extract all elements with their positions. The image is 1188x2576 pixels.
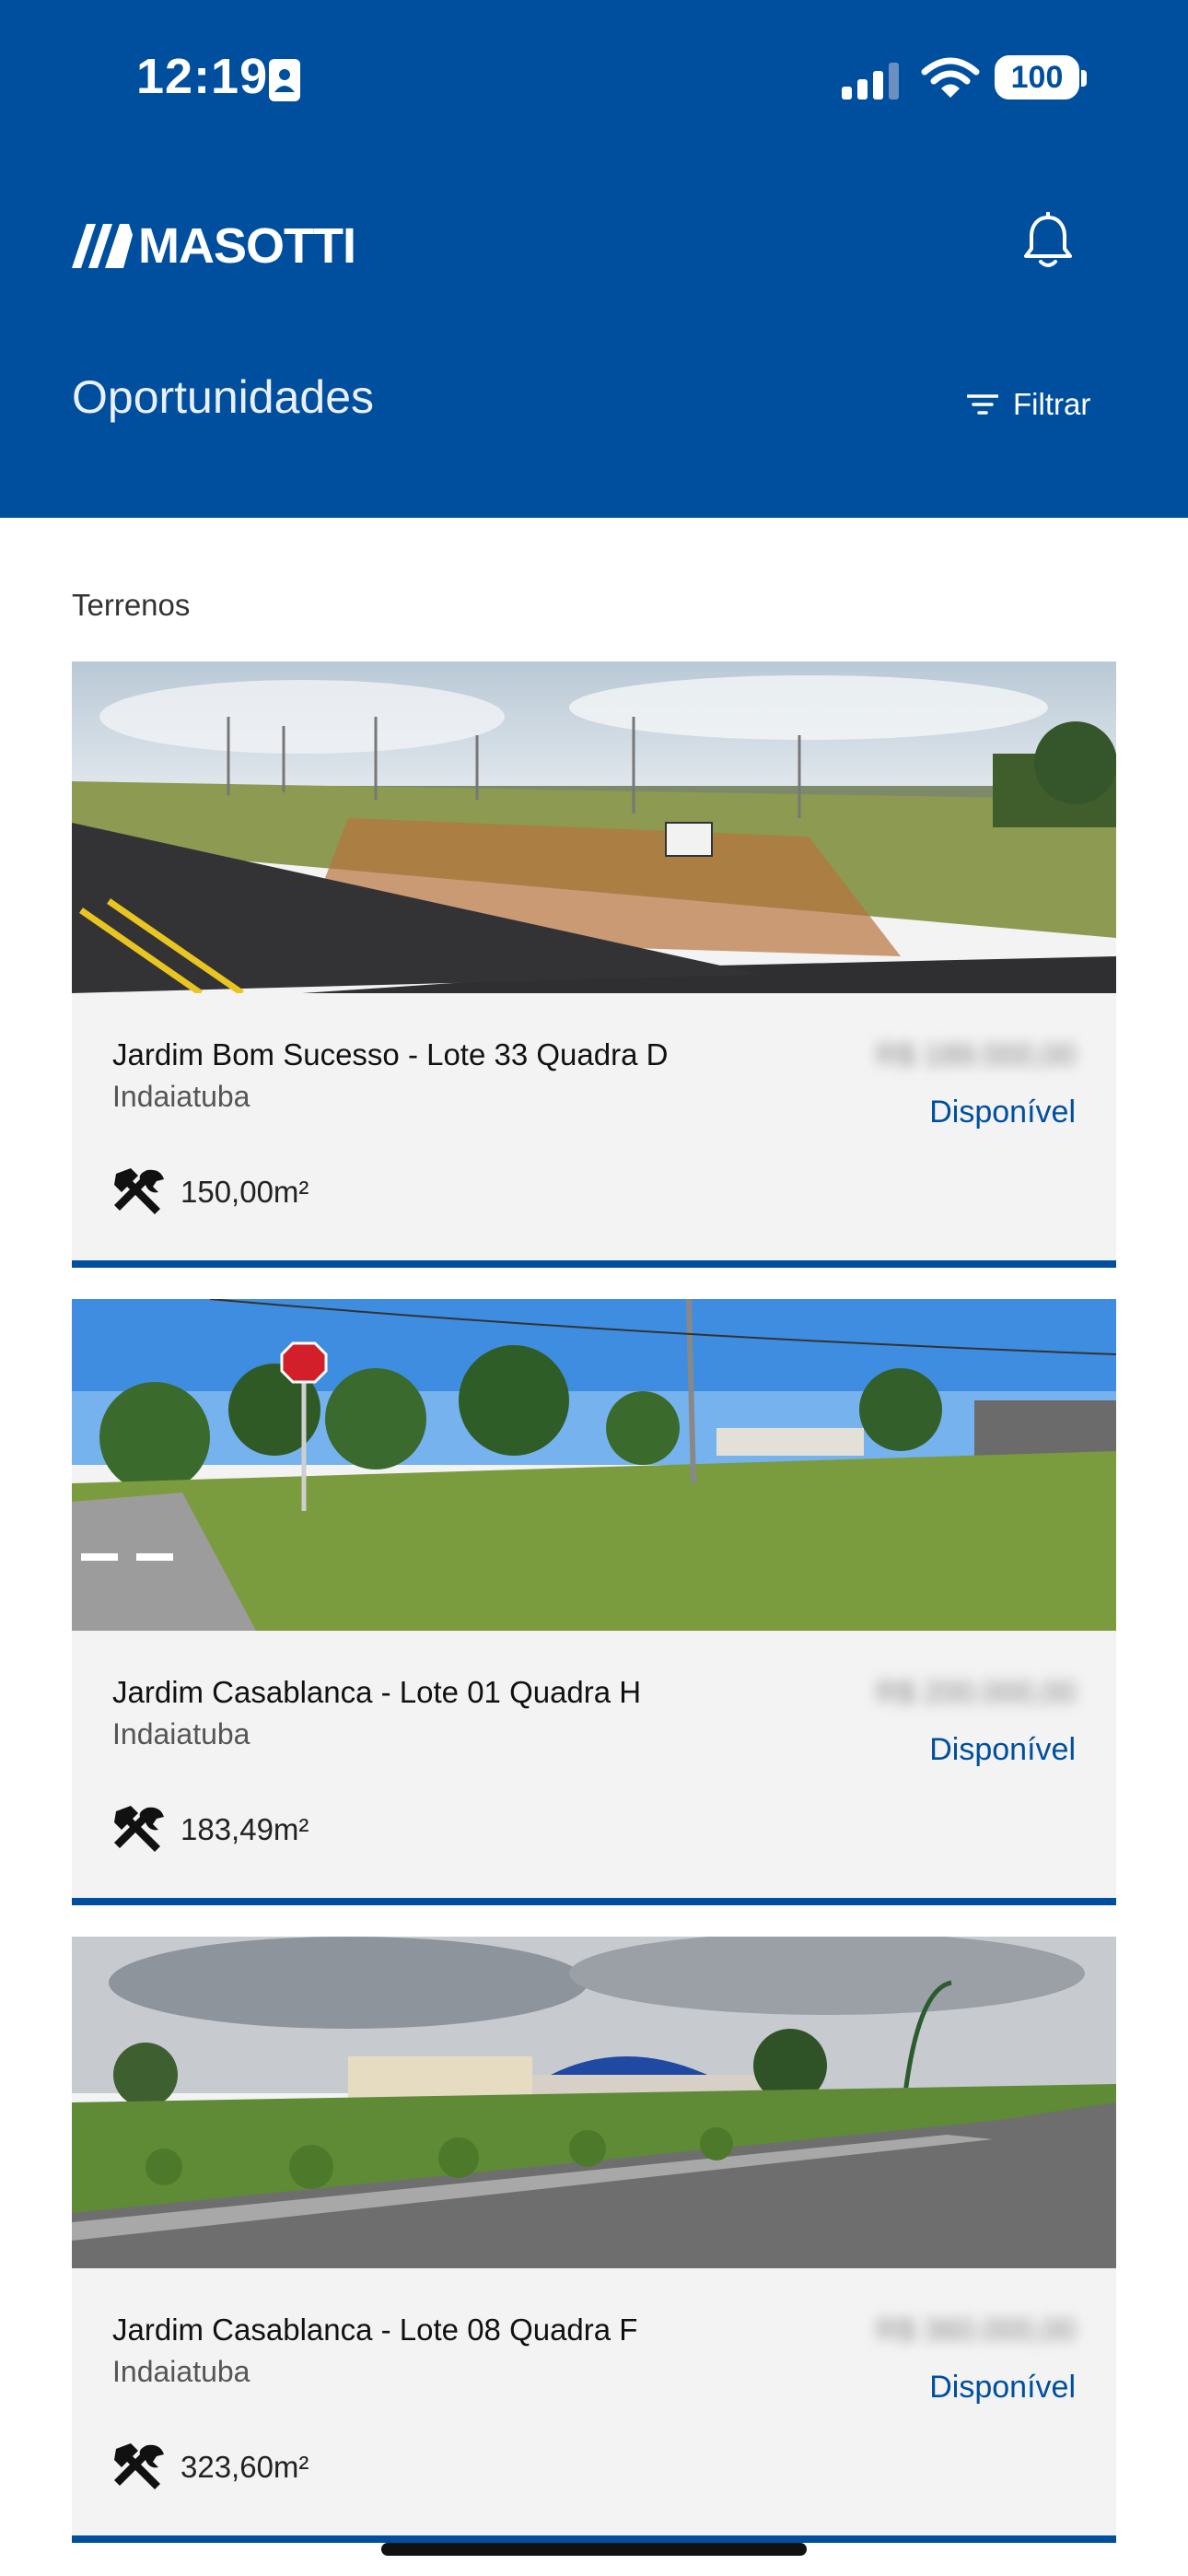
filter-icon	[967, 394, 998, 415]
wifi-icon	[921, 57, 980, 98]
listing-photo	[72, 1937, 1116, 2268]
listing-area-value: 323,60m²	[181, 2450, 309, 2484]
bell-icon[interactable]	[1020, 212, 1076, 271]
brand-name: MASOTTI	[138, 218, 356, 274]
brand-logo: MASOTTI	[72, 217, 356, 275]
signal-icon	[842, 63, 899, 100]
listing-title: Jardim Casablanca - Lote 01 Quadra H	[112, 1675, 642, 1709]
listing-card[interactable]: Jardim Bom Sucesso - Lote 33 Quadra D In…	[72, 662, 1116, 1268]
contact-card-icon	[269, 59, 300, 101]
battery-indicator: 100	[995, 55, 1079, 100]
status-time: 12:19	[136, 49, 269, 104]
page-title: Oportunidades	[72, 371, 375, 423]
listing-city: Indaiatuba	[112, 2355, 250, 2388]
listing-card[interactable]: Jardim Casablanca - Lote 01 Quadra H Ind…	[72, 1299, 1116, 1905]
listing-title: Jardim Casablanca - Lote 08 Quadra F	[112, 2313, 638, 2347]
home-indicator[interactable]	[381, 2543, 807, 2556]
listing-status: Disponível	[929, 1732, 1076, 1767]
listing-price: R$ 200.000,00	[876, 1675, 1076, 1709]
listing-area: 323,60m²	[112, 2441, 309, 2493]
listing-city: Indaiatuba	[112, 1080, 250, 1113]
app-header: 12:19 100 MASOTTI Oportunidades Filtrar	[0, 0, 1188, 518]
listing-price: R$ 360.000,00	[876, 2313, 1076, 2347]
listing-title: Jardim Bom Sucesso - Lote 33 Quadra D	[112, 1037, 669, 1071]
filter-button[interactable]: Filtrar	[967, 387, 1090, 422]
section-label: Terrenos	[72, 588, 191, 622]
listing-area: 150,00m²	[112, 1166, 309, 1218]
battery-level: 100	[1010, 60, 1064, 95]
listing-photo	[72, 662, 1116, 993]
tools-icon	[114, 1168, 164, 1214]
listing-status: Disponível	[929, 1095, 1076, 1130]
listing-area-value: 150,00m²	[181, 1175, 309, 1209]
listing-area-value: 183,49m²	[181, 1812, 309, 1846]
listing-city: Indaiatuba	[112, 1717, 250, 1751]
listing-card[interactable]: Jardim Casablanca - Lote 08 Quadra F Ind…	[72, 1937, 1116, 2543]
listing-photo	[72, 1299, 1116, 1631]
tools-icon	[114, 2443, 164, 2489]
listing-price: R$ 189.000,00	[876, 1037, 1076, 1071]
battery-cap	[1081, 70, 1087, 87]
tools-icon	[114, 1806, 164, 1852]
filter-label: Filtrar	[1013, 387, 1091, 421]
listing-status: Disponível	[929, 2370, 1076, 2405]
listing-area: 183,49m²	[112, 1804, 309, 1856]
masotti-logo-icon	[72, 224, 133, 268]
